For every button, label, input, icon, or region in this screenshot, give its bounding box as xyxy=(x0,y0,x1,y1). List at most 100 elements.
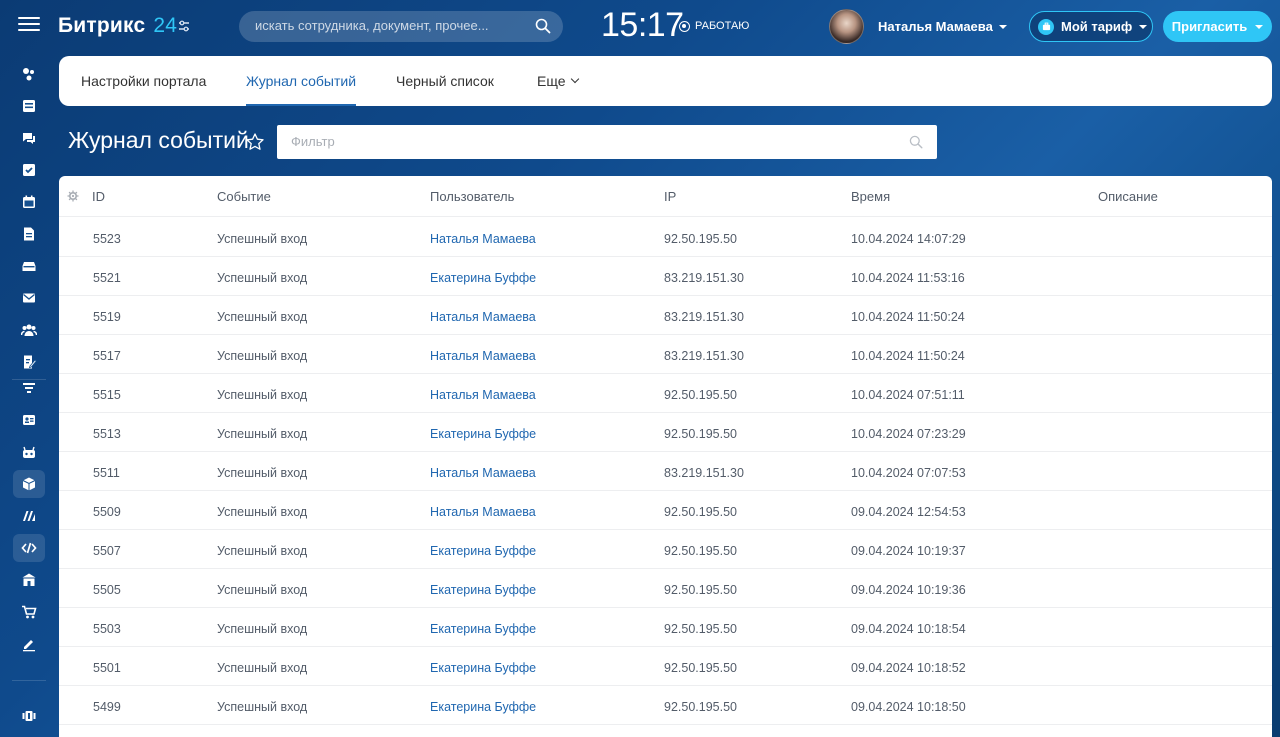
tasks-icon[interactable] xyxy=(13,156,45,184)
column-header-event[interactable]: Событие xyxy=(217,189,271,204)
table-row[interactable]: 5507 Успешный вход Екатерина Буффе 92.50.19… xyxy=(59,530,1272,569)
table-row[interactable]: 5505 Успешный вход Екатерина Буффе 92.50.19… xyxy=(59,569,1272,608)
table-row[interactable]: 5523 Успешный вход Наталья Мамаева 92.50.19… xyxy=(59,218,1272,257)
cell-ip: 92.50.195.50 xyxy=(664,232,737,246)
calendar-icon[interactable] xyxy=(13,188,45,216)
global-search-input[interactable] xyxy=(255,18,525,33)
cell-user-link[interactable]: Екатерина Буффе xyxy=(430,700,536,714)
clock[interactable]: 15:17 xyxy=(601,6,684,45)
column-header-id[interactable]: ID xyxy=(92,189,105,204)
shop-icon[interactable] xyxy=(13,598,45,626)
cell-ip: 92.50.195.50 xyxy=(664,505,737,519)
cell-time: 09.04.2024 10:19:37 xyxy=(851,544,966,558)
marketing-icon[interactable] xyxy=(13,502,45,530)
cell-user-link[interactable]: Екатерина Буффе xyxy=(430,427,536,441)
drive-icon[interactable] xyxy=(13,252,45,280)
cell-user-link[interactable]: Екатерина Буффе xyxy=(430,622,536,636)
user-name: Наталья Мамаева xyxy=(878,19,993,34)
tab-blacklist[interactable]: Черный список xyxy=(396,56,494,106)
activity-stream-icon[interactable] xyxy=(13,60,45,88)
avatar[interactable] xyxy=(829,9,864,44)
feed-icon[interactable] xyxy=(13,92,45,120)
filter-input[interactable] xyxy=(291,134,891,149)
documents-icon[interactable] xyxy=(13,220,45,248)
tab-portal-settings[interactable]: Настройки портала xyxy=(81,56,206,106)
cell-time: 10.04.2024 11:53:16 xyxy=(851,271,965,285)
cell-ip: 92.50.195.50 xyxy=(664,622,737,636)
logo[interactable]: Битрикс 24 xyxy=(58,14,177,38)
search-icon[interactable] xyxy=(535,18,551,34)
cell-id: 5513 xyxy=(93,427,121,441)
search-icon[interactable] xyxy=(909,135,923,149)
table-row[interactable]: 5503 Успешный вход Екатерина Буффе 92.50.19… xyxy=(59,608,1272,647)
cell-id: 5509 xyxy=(93,505,121,519)
cell-user-link[interactable]: Екатерина Буффе xyxy=(430,661,536,675)
settings-tabs: Настройки портала Журнал событий Черный … xyxy=(59,56,1272,106)
star-icon[interactable] xyxy=(245,132,265,152)
global-search[interactable] xyxy=(239,11,563,42)
contact-center-icon[interactable] xyxy=(13,406,45,434)
column-header-user[interactable]: Пользователь xyxy=(430,189,514,204)
menu-burger-icon[interactable] xyxy=(18,17,40,35)
developer-icon[interactable] xyxy=(13,534,45,562)
company-icon[interactable] xyxy=(13,566,45,594)
table-row[interactable]: 5515 Успешный вход Наталья Мамаева 92.50.19… xyxy=(59,374,1272,413)
chevron-down-icon xyxy=(998,24,1007,29)
cell-id: 5523 xyxy=(93,232,121,246)
sidebar-divider xyxy=(12,680,46,681)
filter-icon[interactable] xyxy=(13,374,45,402)
user-menu[interactable]: Наталья Мамаева xyxy=(878,19,1007,34)
briefcase-icon xyxy=(1038,18,1054,35)
cell-user-link[interactable]: Екатерина Буффе xyxy=(430,544,536,558)
work-status-icon xyxy=(679,20,690,32)
table-row[interactable]: 5521 Успешный вход Екатерина Буффе 83.219.1… xyxy=(59,257,1272,296)
table-row[interactable]: 5519 Успешный вход Наталья Мамаева 83.219.1… xyxy=(59,296,1272,335)
filter-bar[interactable] xyxy=(277,125,937,159)
table-row[interactable]: 5501 Успешный вход Екатерина Буффе 92.50.19… xyxy=(59,647,1272,686)
cell-event: Успешный вход xyxy=(217,271,308,285)
cell-event: Успешный вход xyxy=(217,349,308,363)
cell-id: 5517 xyxy=(93,349,121,363)
employees-icon[interactable] xyxy=(13,316,45,344)
cell-user-link[interactable]: Наталья Мамаева xyxy=(430,349,536,363)
tab-more[interactable]: Еще xyxy=(537,56,579,106)
table-row[interactable]: 5509 Успешный вход Наталья Мамаева 92.50.19… xyxy=(59,491,1272,530)
column-header-description[interactable]: Описание xyxy=(1098,189,1158,204)
cell-time: 10.04.2024 07:51:11 xyxy=(851,388,965,402)
mail-icon[interactable] xyxy=(13,284,45,312)
workflows-icon[interactable] xyxy=(13,348,45,376)
cell-time: 10.04.2024 11:50:24 xyxy=(851,310,965,324)
logo-number: 24 xyxy=(153,14,178,37)
cell-event: Успешный вход xyxy=(217,232,308,246)
cell-user-link[interactable]: Наталья Мамаева xyxy=(430,310,536,324)
cell-user-link[interactable]: Наталья Мамаева xyxy=(430,388,536,402)
column-header-time[interactable]: Время xyxy=(851,189,890,204)
cell-user-link[interactable]: Наталья Мамаева xyxy=(430,232,536,246)
bottom-tools-icon[interactable] xyxy=(13,702,45,730)
table-row[interactable]: 5499 Успешный вход Екатерина Буффе 92.50.19… xyxy=(59,686,1272,725)
table-row[interactable]: 5517 Успешный вход Наталья Мамаева 83.219.1… xyxy=(59,335,1272,374)
gear-icon[interactable] xyxy=(67,190,79,202)
cell-user-link[interactable]: Екатерина Буффе xyxy=(430,583,536,597)
invite-button[interactable]: Пригласить xyxy=(1163,11,1272,42)
column-header-ip[interactable]: IP xyxy=(664,189,676,204)
robots-icon[interactable] xyxy=(13,438,45,466)
cell-ip: 92.50.195.50 xyxy=(664,661,737,675)
tariff-button[interactable]: Мой тариф xyxy=(1029,11,1153,42)
table-header: ID Событие Пользователь IP Время Описани… xyxy=(59,176,1272,217)
chat-icon[interactable] xyxy=(13,124,45,152)
market-icon[interactable] xyxy=(13,470,45,498)
cell-ip: 92.50.195.50 xyxy=(664,700,737,714)
cell-id: 5503 xyxy=(93,622,121,636)
table-row[interactable]: 5511 Успешный вход Наталья Мамаева 83.219.1… xyxy=(59,452,1272,491)
cell-user-link[interactable]: Екатерина Буффе xyxy=(430,271,536,285)
cell-user-link[interactable]: Наталья Мамаева xyxy=(430,466,536,480)
table-row[interactable]: 5513 Успешный вход Екатерина Буффе 92.50.19… xyxy=(59,413,1272,452)
work-status[interactable]: РАБОТАЮ xyxy=(679,20,749,32)
sign-icon[interactable] xyxy=(13,630,45,658)
tab-event-log[interactable]: Журнал событий xyxy=(246,56,357,106)
cell-event: Успешный вход xyxy=(217,544,308,558)
cell-ip: 92.50.195.50 xyxy=(664,583,737,597)
logo-settings-icon[interactable] xyxy=(177,19,191,33)
cell-user-link[interactable]: Наталья Мамаева xyxy=(430,505,536,519)
